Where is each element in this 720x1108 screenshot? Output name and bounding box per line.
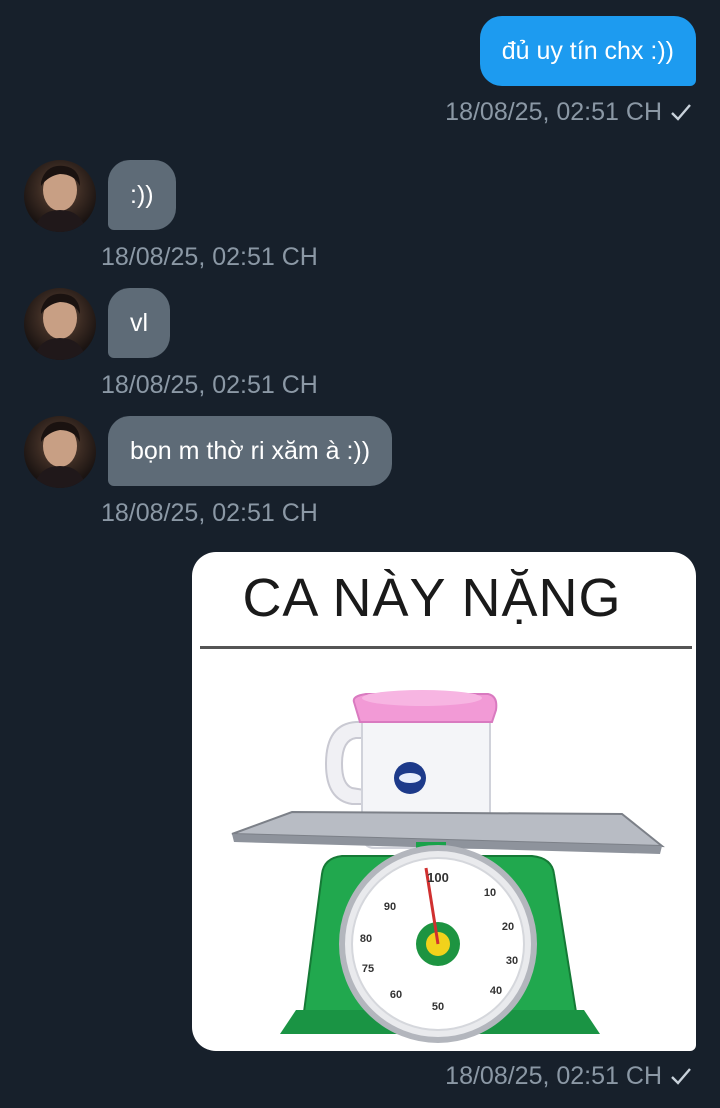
dial-label: 30 [506, 955, 518, 967]
dial-label: 90 [384, 901, 396, 913]
outgoing-message-bubble[interactable]: đủ uy tín chx :)) [479, 16, 696, 86]
message-timestamp: 18/08/25, 02:51 CH [445, 97, 692, 129]
incoming-message-bubble[interactable]: bọn m thờ ri xăm à :)) [108, 416, 393, 486]
avatar[interactable] [24, 160, 96, 232]
incoming-message-bubble[interactable]: :)) [108, 160, 176, 230]
message-text: :)) [130, 181, 154, 209]
message-text: vl [130, 309, 149, 337]
avatar[interactable] [24, 416, 96, 488]
dial-label: 100 [427, 870, 449, 885]
dial-label: 50 [432, 1001, 444, 1013]
dial-label: 40 [490, 985, 502, 997]
dial-label: 75 [362, 963, 374, 975]
scale-with-jug-illustration: 100 10 20 30 40 50 60 75 80 90 [231, 690, 665, 1043]
message-timestamp: 18/08/25, 02:51 CH [101, 499, 318, 527]
message-timestamp: 18/08/25, 02:51 CH [445, 1061, 692, 1093]
avatar[interactable] [24, 288, 96, 360]
dial-label: 60 [390, 989, 402, 1001]
checkmark-icon [670, 1063, 692, 1093]
checkmark-icon [670, 99, 692, 129]
timestamp-text: 18/08/25, 02:51 CH [445, 98, 662, 126]
dial-label: 80 [360, 933, 372, 945]
image-message[interactable]: CA NÀY NẶNG 100 10 20 30 40 50 60 75 80 … [192, 552, 696, 1051]
message-text: đủ uy tín chx :)) [501, 37, 674, 65]
incoming-message-bubble[interactable]: vl [108, 288, 171, 358]
dial-label: 10 [484, 887, 496, 899]
message-timestamp: 18/08/25, 02:51 CH [101, 243, 318, 271]
timestamp-text: 18/08/25, 02:51 CH [445, 1062, 662, 1090]
message-timestamp: 18/08/25, 02:51 CH [101, 371, 318, 399]
message-text: bọn m thờ ri xăm à :)) [130, 437, 371, 465]
dial-label: 20 [502, 921, 514, 933]
